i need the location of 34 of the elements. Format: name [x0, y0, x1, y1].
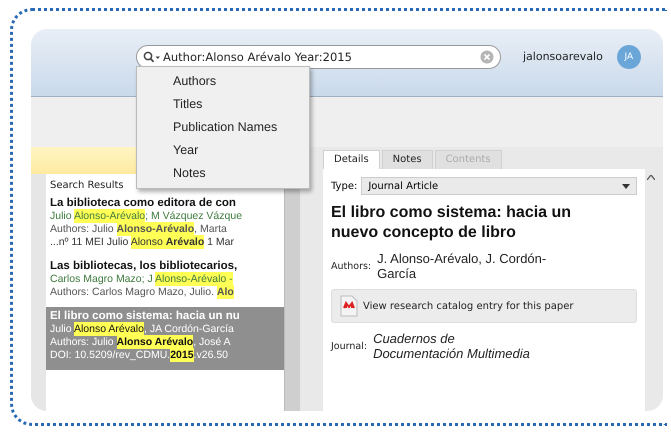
- clear-icon[interactable]: [480, 50, 494, 64]
- result-item[interactable]: Las bibliotecas, los bibliotecarios, Carlos Magro Mazo; J Alonso-Arévalo - Authors: Carlos Magro Mazo, Julio. Alo: [46, 257, 284, 307]
- menu-item[interactable]: Notes: [137, 162, 309, 185]
- menu-item[interactable]: Titles: [137, 93, 309, 116]
- document-icon: [340, 295, 358, 317]
- results-heading: Search Results: [49, 179, 125, 193]
- result-line: Las bibliotecas, los bibliotecarios,: [50, 260, 238, 273]
- result-line: Carlos Magro Mazo; J Alonso-Arévalo -: [50, 273, 234, 286]
- search-field[interactable]: Author:Alonso Arévalo Year:2015: [136, 44, 501, 68]
- result-line: Authors: Carlos Magro Mazo, Julio. Alo: [50, 286, 235, 299]
- scroll-up-icon: [647, 175, 655, 180]
- tab[interactable]: Notes: [382, 150, 433, 169]
- journal-label: Journal:: [331, 340, 368, 352]
- result-line: La biblioteca como editora de con: [50, 197, 237, 210]
- type-dropdown[interactable]: Journal Article: [361, 177, 637, 195]
- result-line: Julio Alonso-Arévalo; M Vázquez Vázque: [50, 210, 244, 223]
- result-line: Julio Alonso Arévalo, JA Cordón-García: [50, 323, 235, 336]
- result-line: El libro como sistema: hacia un nu: [50, 310, 241, 323]
- result-item[interactable]: El libro como sistema: hacia un nu Julio Alonso Arévalo, JA Cordón-García Authors: Julio Alonso Arévalo, José A DOI: 10.5209/rev_CDMU.2015.v26.50: [46, 307, 284, 370]
- catalog-button[interactable]: View research catalog entry for this paper: [331, 289, 637, 323]
- caret-icon: [622, 184, 630, 188]
- search-icon: [143, 50, 161, 62]
- authors-label: Authors:: [331, 260, 372, 272]
- menu-item[interactable]: Authors: [137, 70, 309, 93]
- menu-item[interactable]: Publication Names: [137, 116, 309, 139]
- menu-item[interactable]: Year: [137, 139, 309, 162]
- paper-title: El libro como sistema: hacia un nuevo concepto de libro: [331, 203, 572, 243]
- tab[interactable]: Details: [323, 150, 380, 169]
- type-label: Type:: [331, 180, 358, 192]
- result-line: DOI: 10.5209/rev_CDMU.2015.v26.50: [50, 349, 230, 362]
- result-line: Authors: Julio Alonso Arévalo, José A: [50, 336, 232, 349]
- authors-value: J. Alonso-Arévalo, J. Cordón-García: [377, 251, 548, 281]
- username[interactable]: jalonsoarevalo: [523, 50, 603, 63]
- journal-value: Cuadernos de Documentación Multimedia: [373, 331, 531, 361]
